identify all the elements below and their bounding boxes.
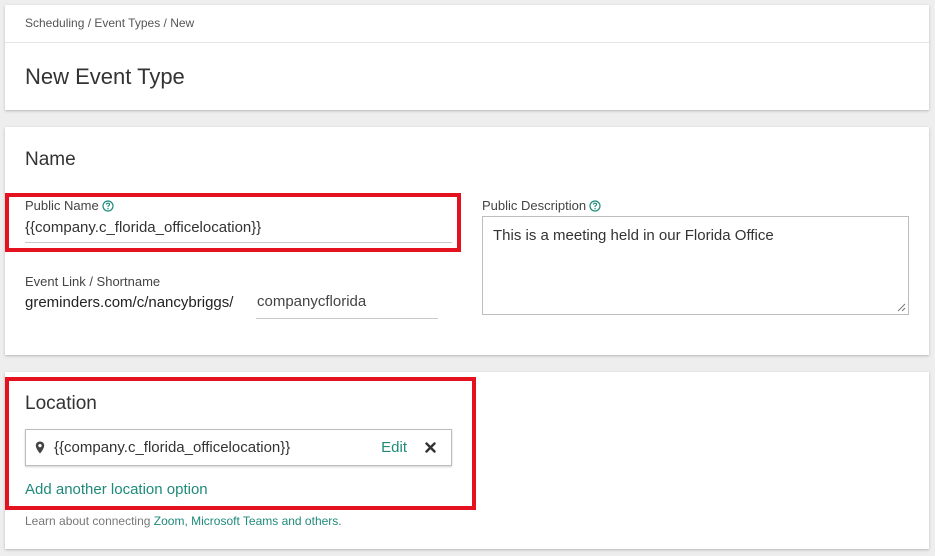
learn-about-connecting-text: Learn about connecting Zoom, Microsoft T…: [25, 514, 342, 528]
public-description-label-text: Public Description: [482, 198, 587, 213]
location-section-title: Location: [25, 393, 97, 414]
location-section-card: Location {{company.c_florida_officelocat…: [5, 372, 929, 549]
event-shortname-input[interactable]: companycflorida: [256, 293, 438, 319]
breadcrumb[interactable]: Scheduling / Event Types / New: [25, 16, 194, 30]
location-value: {{company.c_florida_officelocation}}: [54, 439, 291, 456]
map-pin-icon: [35, 441, 45, 454]
integrations-link[interactable]: Zoom, Microsoft Teams and others.: [154, 514, 342, 528]
help-circle-icon[interactable]: [589, 199, 601, 212]
learn-prefix: Learn about connecting: [25, 514, 154, 528]
help-circle-icon[interactable]: [102, 199, 114, 212]
header-card: Scheduling / Event Types / New New Event…: [5, 5, 929, 110]
header-divider: [5, 42, 929, 43]
public-description-textarea[interactable]: This is a meeting held in our Florida Of…: [482, 216, 909, 315]
event-link-prefix: greminders.com/c/nancybriggs/: [25, 294, 234, 311]
close-x-icon[interactable]: [425, 442, 436, 453]
public-name-label-text: Public Name: [25, 198, 99, 213]
public-name-label: Public Name: [25, 198, 114, 213]
public-description-text: This is a meeting held in our Florida Of…: [493, 227, 774, 244]
public-name-input[interactable]: {{company.c_florida_officelocation}}: [25, 219, 452, 243]
event-link-label: Event Link / Shortname: [25, 274, 161, 289]
name-section-title: Name: [25, 149, 76, 170]
page-title: New Event Type: [25, 64, 185, 89]
public-description-label: Public Description: [482, 198, 601, 213]
location-option-row[interactable]: {{company.c_florida_officelocation}} Edi…: [25, 429, 452, 466]
resize-grip-icon[interactable]: [896, 302, 906, 312]
edit-location-link[interactable]: Edit: [381, 439, 407, 456]
name-section-card: Name Public Name {{company.c_florida_off…: [5, 127, 929, 355]
add-location-option-link[interactable]: Add another location option: [25, 481, 208, 498]
